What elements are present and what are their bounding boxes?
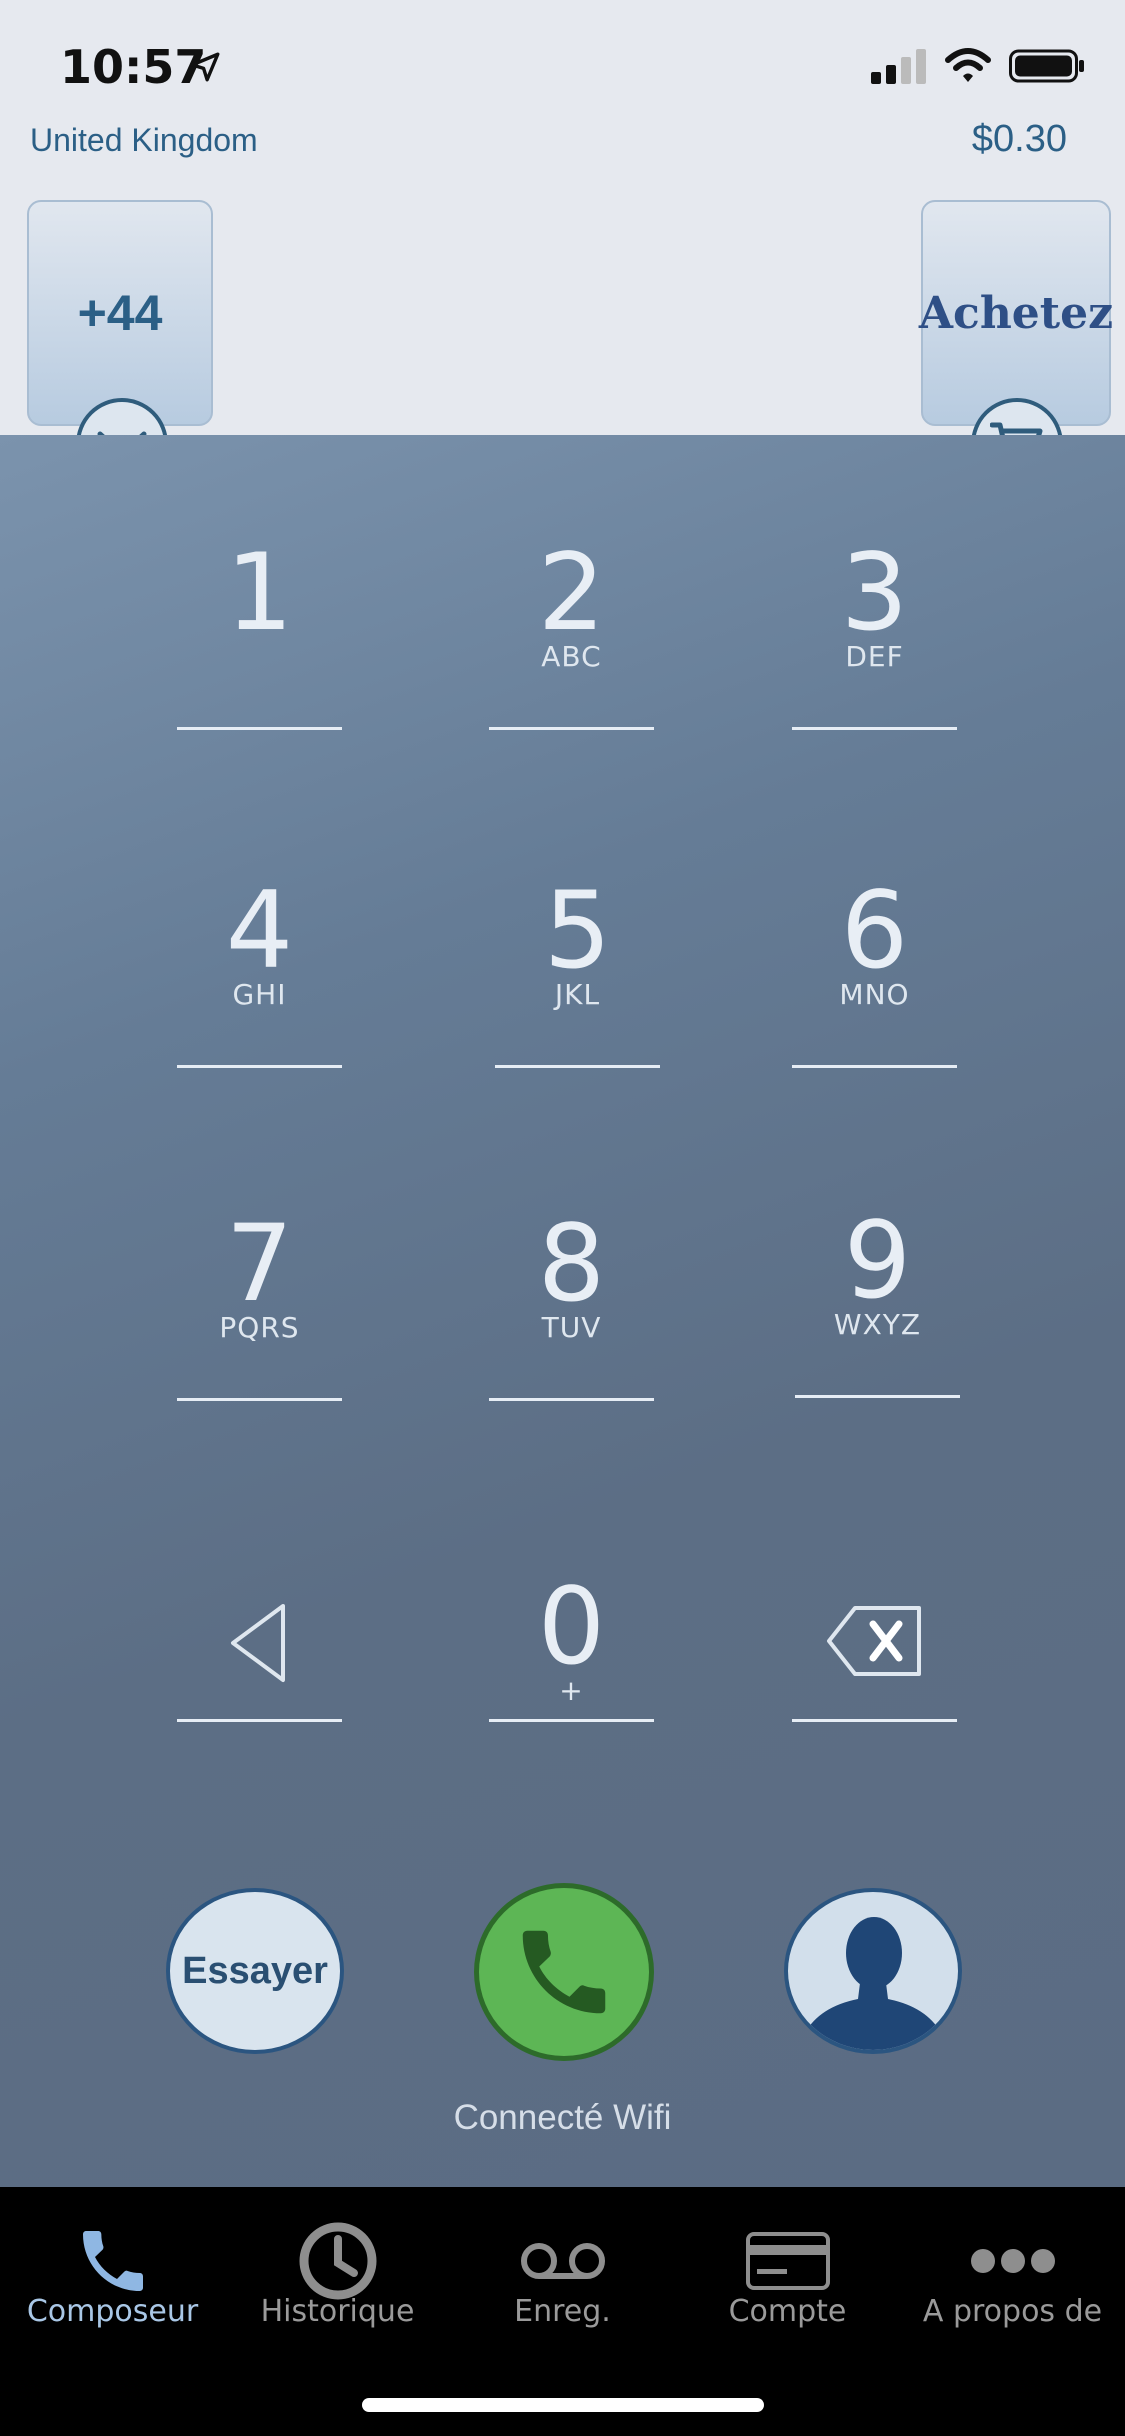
status-time: 10:57 xyxy=(60,40,207,94)
buy-label: Achetez xyxy=(918,287,1114,339)
backspace-icon xyxy=(826,1606,921,1676)
try-label: Essayer xyxy=(182,1949,328,1992)
key-underline xyxy=(792,1065,957,1068)
key-9[interactable]: 9 WXYZ xyxy=(795,1208,960,1398)
key-letters: GHI xyxy=(232,978,287,1011)
clock-icon xyxy=(299,2222,376,2300)
header: 10:57 United Kingdom $0.30 +44 Achetez xyxy=(0,0,1125,435)
contact-person-icon xyxy=(798,1917,948,2050)
key-digit: 7 xyxy=(225,1202,294,1325)
key-digit: 4 xyxy=(225,869,294,992)
signal-icon xyxy=(871,49,926,84)
key-letters: DEF xyxy=(845,640,904,673)
tab-label: Compte xyxy=(728,2294,847,2329)
contacts-button[interactable] xyxy=(784,1888,962,2054)
key-digit: 0 xyxy=(537,1565,606,1688)
key-digit: 3 xyxy=(840,531,909,654)
call-button[interactable] xyxy=(474,1883,654,2061)
tab-compte[interactable]: Compte xyxy=(675,2187,900,2357)
key-6[interactable]: 6 MNO xyxy=(792,878,957,1068)
tab-label: Enreg. xyxy=(514,2294,611,2329)
key-4[interactable]: 4 GHI xyxy=(177,878,342,1068)
country-code-button[interactable]: +44 xyxy=(27,200,213,426)
key-underline xyxy=(792,1719,957,1722)
try-button[interactable]: Essayer xyxy=(166,1888,344,2054)
tab-historique[interactable]: Historique xyxy=(225,2187,450,2357)
key-1[interactable]: 1 xyxy=(177,540,342,730)
tab-label: Historique xyxy=(260,2294,415,2329)
key-2[interactable]: 2 ABC xyxy=(489,540,654,730)
key-digit: 9 xyxy=(843,1199,912,1322)
phone-handset-icon xyxy=(522,1930,606,2014)
key-letters: WXYZ xyxy=(833,1308,922,1341)
triangle-left-icon xyxy=(230,1604,285,1682)
key-8[interactable]: 8 TUV xyxy=(489,1211,654,1401)
tab-enreg[interactable]: Enreg. xyxy=(450,2187,675,2357)
key-letters: TUV xyxy=(541,1311,602,1344)
key-underline xyxy=(177,1398,342,1401)
connection-status: Connecté Wifi xyxy=(453,2098,672,2137)
key-underline xyxy=(495,1065,660,1068)
key-5[interactable]: 5 JKL xyxy=(495,878,660,1068)
battery-icon xyxy=(1009,49,1084,83)
key-letters: MNO xyxy=(839,978,910,1011)
key-letters: PQRS xyxy=(219,1311,300,1344)
tab-label: A propos de xyxy=(922,2294,1103,2329)
key-underline xyxy=(792,727,957,730)
phone-icon xyxy=(82,2231,143,2291)
key-0[interactable]: 0 + xyxy=(489,1532,654,1722)
voicemail-icon xyxy=(520,2243,605,2279)
buy-button[interactable]: Achetez xyxy=(918,200,1114,426)
key-underline xyxy=(489,1398,654,1401)
status-icons xyxy=(871,48,1085,84)
tab-composeur[interactable]: Composeur xyxy=(0,2187,225,2357)
country-code-label: +44 xyxy=(77,285,163,341)
key-underline xyxy=(489,1719,654,1722)
key-7[interactable]: 7 PQRS xyxy=(177,1211,342,1401)
credit-balance: $0.30 xyxy=(971,118,1067,160)
card-icon xyxy=(745,2232,830,2290)
home-indicator[interactable] xyxy=(362,2398,764,2412)
wifi-icon xyxy=(945,48,991,82)
country-name: United Kingdom xyxy=(30,122,258,158)
key-underline xyxy=(177,727,342,730)
tab-label: Composeur xyxy=(26,2294,199,2329)
more-icon xyxy=(970,2249,1055,2273)
key-digit: 8 xyxy=(537,1202,606,1325)
key-digit: 5 xyxy=(543,869,612,992)
key-letters: ABC xyxy=(541,640,602,673)
key-digit: 1 xyxy=(225,531,294,654)
key-letters: JKL xyxy=(554,978,601,1011)
key-3[interactable]: 3 DEF xyxy=(792,540,957,730)
location-arrow-icon xyxy=(190,52,220,82)
key-letters: + xyxy=(559,1674,584,1707)
tab-a-propos-de[interactable]: A propos de xyxy=(900,2187,1125,2357)
key-underline xyxy=(177,1065,342,1068)
key-digit: 6 xyxy=(840,869,909,992)
key-underline xyxy=(795,1395,960,1398)
key-underline xyxy=(489,727,654,730)
delete-key[interactable] xyxy=(792,1532,957,1722)
key-digit: 2 xyxy=(537,531,606,654)
key-underline xyxy=(177,1719,342,1722)
back-key[interactable] xyxy=(177,1532,342,1722)
